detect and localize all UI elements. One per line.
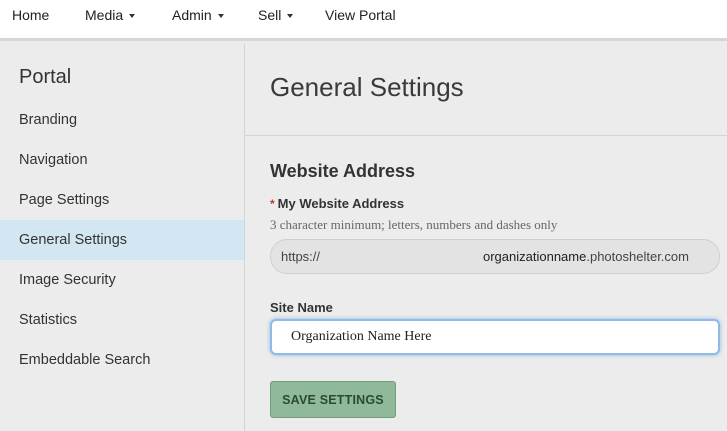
site-name-input[interactable] [270, 319, 720, 355]
website-address-label-text: My Website Address [277, 196, 405, 211]
url-subdomain-group: organizationname.photoshelter.com [483, 249, 689, 264]
chevron-down-icon [129, 13, 136, 18]
sidebar-item-navigation[interactable]: Navigation [0, 140, 244, 180]
site-name-label: Site Name [270, 300, 333, 315]
url-prefix: https:// [281, 249, 321, 264]
chevron-down-icon [217, 13, 224, 18]
sidebar-item-label: Image Security [19, 272, 116, 288]
nav-sell[interactable]: Sell [258, 7, 294, 23]
url-domain: .photoshelter.com [586, 249, 689, 264]
sidebar-item-embeddable-search[interactable]: Embeddable Search [0, 340, 244, 380]
sidebar-item-label: Embeddable Search [19, 352, 151, 368]
nav-media-label: Media [85, 7, 124, 23]
sidebar-item-general-settings[interactable]: General Settings [0, 220, 244, 260]
sidebar-item-label: General Settings [19, 232, 128, 248]
main-content: General Settings Website Address * My Web… [245, 44, 727, 431]
nav-home-label: Home [12, 7, 50, 23]
nav-admin[interactable]: Admin [172, 7, 224, 23]
sidebar-item-page-settings[interactable]: Page Settings [0, 180, 244, 220]
nav-media[interactable]: Media [85, 7, 136, 23]
page-title: General Settings [270, 72, 464, 102]
nav-view-portal-label: View Portal [325, 7, 396, 23]
sidebar-item-branding[interactable]: Branding [0, 100, 244, 140]
required-marker: * [270, 197, 275, 211]
sidebar-item-label: Branding [19, 112, 78, 128]
sidebar-item-label: Page Settings [19, 192, 110, 208]
save-settings-button[interactable]: SAVE SETTINGS [270, 381, 396, 418]
sidebar-item-label: Statistics [19, 312, 78, 328]
url-subdomain[interactable]: organizationname [483, 249, 586, 264]
nav-admin-label: Admin [172, 7, 212, 23]
website-address-field[interactable]: https:// organizationname.photoshelter.c… [270, 239, 720, 274]
nav-sell-label: Sell [258, 7, 282, 23]
top-navigation: Home Media Admin Sell View Portal [0, 0, 727, 41]
website-address-label: * My Website Address [270, 196, 404, 211]
sidebar: Portal Branding Navigation Page Settings… [0, 44, 245, 431]
section-title-website-address: Website Address [270, 161, 416, 181]
sidebar-title: Portal [19, 66, 72, 88]
chevron-down-icon [287, 13, 294, 18]
sidebar-item-label: Navigation [19, 152, 88, 168]
sidebar-item-statistics[interactable]: Statistics [0, 300, 244, 340]
nav-view-portal[interactable]: View Portal [325, 7, 396, 23]
website-address-help: 3 character minimum; letters, numbers an… [270, 217, 558, 232]
sidebar-item-image-security[interactable]: Image Security [0, 260, 244, 300]
nav-home[interactable]: Home [12, 7, 49, 23]
divider [245, 135, 727, 136]
